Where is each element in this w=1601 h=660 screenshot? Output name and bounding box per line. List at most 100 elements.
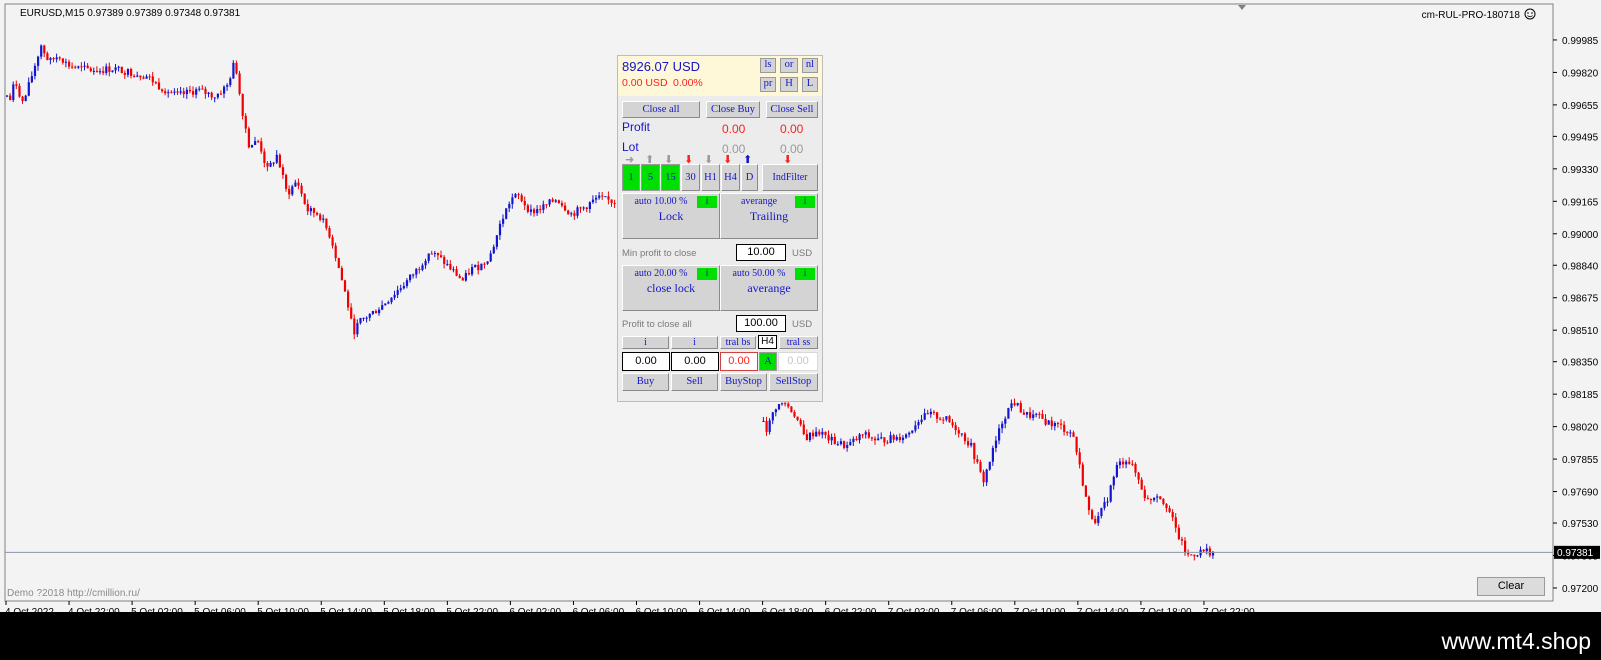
candle: [604, 196, 607, 198]
min-profit-currency: USD: [792, 248, 813, 259]
y-tick-label: 0.97530: [1562, 519, 1599, 530]
min-profit-label: Min profit to close: [622, 248, 697, 259]
profit-sell: 0.00: [780, 122, 804, 136]
candle: [241, 93, 244, 120]
y-tick-label: 0.98510: [1562, 326, 1599, 337]
y-tick-label: 0.99330: [1562, 165, 1599, 176]
close-lock-button[interactable]: auto 20.00 % i close lock: [622, 265, 720, 311]
or-button[interactable]: or: [780, 58, 798, 73]
min-profit-input[interactable]: 10.00: [736, 244, 786, 261]
y-tick-label: 0.98350: [1562, 358, 1599, 369]
close-all-button[interactable]: Close all: [622, 101, 700, 118]
clear-button[interactable]: Clear: [1477, 577, 1545, 596]
symbol-info: EURUSD,M15 0.97389 0.97389 0.97348 0.973…: [20, 8, 241, 19]
y-tick-label: 0.98020: [1562, 423, 1599, 434]
balance-value: 8926.07 USD: [622, 59, 701, 74]
y-tick-label: 0.98675: [1562, 294, 1599, 305]
tf-5-button[interactable]: 5: [641, 164, 660, 191]
tf-30-button[interactable]: 30: [681, 164, 700, 191]
stop-distance-input[interactable]: 0.00: [720, 352, 758, 371]
candle: [1081, 462, 1084, 487]
buy-button[interactable]: Buy: [622, 373, 669, 391]
profit-all-label: Profit to close all: [622, 319, 692, 330]
y-tick-label: 0.99165: [1562, 197, 1599, 208]
candle: [1109, 484, 1112, 503]
candle: [505, 208, 508, 220]
profit-all-input[interactable]: 100.00: [736, 315, 786, 332]
candle: [232, 60, 235, 79]
candle: [120, 66, 123, 74]
trailing-mode-label: averange: [740, 196, 778, 207]
trailing-button[interactable]: averange i Trailing: [720, 193, 818, 239]
sell-lot-input[interactable]: 0.00: [671, 352, 719, 371]
y-tick-label: 0.97200: [1562, 584, 1599, 595]
y-tick-label: 0.99820: [1562, 68, 1599, 79]
tral-ss-button[interactable]: tral ss: [779, 336, 818, 349]
pl-percent: 0.00%: [673, 77, 703, 89]
y-tick-label: 0.99655: [1562, 101, 1599, 112]
tf-h4-button[interactable]: H4: [721, 164, 740, 191]
time-axis: 4 Oct 20224 Oct 22:005 Oct 02:005 Oct 06…: [5, 601, 1255, 612]
price-axis: 0.99985 0.99820 0.99655 0.99495 0.99330 0.991…: [1553, 36, 1599, 595]
close-buy-button[interactable]: Close Buy: [706, 101, 760, 118]
lock-label: Lock: [658, 209, 684, 223]
auto-toggle-button[interactable]: A: [759, 352, 777, 371]
lock-info-button[interactable]: i: [697, 196, 717, 208]
candle: [1084, 485, 1087, 497]
candle: [291, 184, 294, 197]
averange-auto-label: auto 50.00 %: [732, 268, 786, 279]
h-button[interactable]: H: [780, 77, 798, 92]
current-price-label: 0.97381: [1557, 548, 1594, 559]
candle: [337, 257, 340, 269]
trailing-info-button[interactable]: i: [795, 196, 815, 208]
close-lock-info-button[interactable]: i: [697, 268, 717, 280]
pr-button[interactable]: pr: [760, 77, 776, 92]
indicator-name: cm-RUL-PRO-180718: [1422, 10, 1521, 21]
candle: [1007, 407, 1010, 419]
trading-panel: 8926.07 USD 0.00 USD 0.00% ls or nl pr H…: [617, 55, 823, 402]
buy-stop-button[interactable]: BuyStop: [720, 373, 767, 391]
lock-auto-label: auto 10.00 %: [634, 196, 688, 207]
averange-label: averange: [747, 281, 791, 295]
candle: [247, 126, 250, 149]
chart-area[interactable]: EURUSD,M15 0.97389 0.97389 0.97348 0.973…: [0, 0, 1601, 612]
close-lock-auto-label: auto 20.00 %: [634, 268, 688, 279]
ls-button[interactable]: ls: [760, 58, 776, 73]
averange-info-button[interactable]: i: [795, 268, 815, 280]
tral-timeframe-field[interactable]: H4: [758, 335, 777, 349]
lot-label: Lot: [622, 140, 639, 154]
buy-lot-input[interactable]: 0.00: [622, 352, 670, 371]
y-tick-label: 0.99000: [1562, 230, 1599, 241]
sell-info-button[interactable]: i: [671, 336, 718, 349]
bottom-banner: [0, 612, 1601, 660]
pl-usd: 0.00 USD: [622, 77, 668, 89]
candle: [480, 263, 483, 271]
y-tick-label: 0.97855: [1562, 455, 1599, 466]
candle: [24, 94, 27, 102]
averange-button[interactable]: auto 50.00 % i averange: [720, 265, 818, 311]
candle: [790, 406, 793, 413]
profit-all-currency: USD: [792, 319, 813, 330]
y-tick-label: 0.98840: [1562, 261, 1599, 272]
tf-15-button[interactable]: 15: [661, 164, 680, 191]
ind-filter-button[interactable]: IndFilter: [762, 164, 818, 191]
candle: [343, 279, 347, 292]
tf-h1-button[interactable]: H1: [701, 164, 720, 191]
y-tick-label: 0.99495: [1562, 132, 1599, 143]
candle: [238, 70, 241, 96]
close-sell-button[interactable]: Close Sell: [766, 101, 818, 118]
tral-bs-button[interactable]: tral bs: [720, 336, 756, 349]
buy-info-button[interactable]: i: [622, 336, 669, 349]
candle: [1047, 419, 1050, 425]
tf-d-button[interactable]: D: [741, 164, 758, 191]
sell-button[interactable]: Sell: [671, 373, 718, 391]
candle: [1091, 508, 1094, 520]
l-button[interactable]: L: [802, 77, 818, 92]
lock-button[interactable]: auto 10.00 % i Lock: [622, 193, 720, 239]
profit-buy: 0.00: [722, 122, 746, 136]
stop-distance2-input[interactable]: 0.00: [778, 352, 818, 371]
tf-1-button[interactable]: 1: [622, 164, 640, 191]
sell-stop-button[interactable]: SellStop: [769, 373, 818, 391]
close-lock-label: close lock: [646, 281, 696, 295]
nl-button[interactable]: nl: [802, 58, 818, 73]
